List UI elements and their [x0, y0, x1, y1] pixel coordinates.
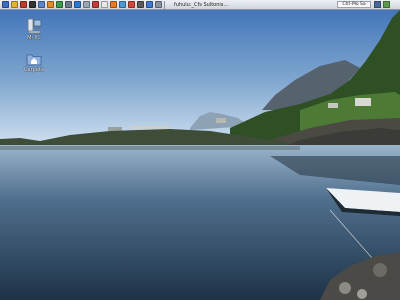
start-menu-icon[interactable] — [2, 1, 9, 8]
tray-clock[interactable]: Ctrl-Mo Sa — [337, 1, 371, 8]
media-icon[interactable] — [92, 1, 99, 8]
taskbar-window-button[interactable]: fuhulu:_Cfs Sultonis... — [174, 0, 228, 10]
desktop-wallpaper — [0, 0, 400, 300]
network-icon[interactable] — [74, 1, 81, 8]
top-panel: fuhulu:_Cfs Sultonis... Ctrl-Mo Sa — [0, 0, 400, 10]
doc-icon[interactable] — [83, 1, 90, 8]
mail-icon[interactable] — [101, 1, 108, 8]
globe-icon[interactable] — [146, 1, 153, 8]
desktop-icon-computer[interactable]: Mi PC — [20, 18, 48, 41]
calendar-icon[interactable] — [128, 1, 135, 8]
photo-icon[interactable] — [56, 1, 63, 8]
tool-icon[interactable] — [20, 1, 27, 8]
window-icon[interactable] — [155, 1, 162, 8]
terminal-icon[interactable] — [29, 1, 36, 8]
help-icon[interactable] — [137, 1, 144, 8]
desktop-icon-home[interactable]: Carpeta — [20, 52, 48, 73]
settings-icon[interactable] — [65, 1, 72, 8]
archive-icon[interactable] — [47, 1, 54, 8]
chat-icon[interactable] — [119, 1, 126, 8]
computer-icon — [27, 18, 42, 34]
folder-icon[interactable] — [11, 1, 18, 8]
desktop-icon-label: Mi PC — [27, 35, 41, 41]
editor-icon[interactable] — [38, 1, 45, 8]
battery-icon[interactable] — [383, 1, 390, 8]
volume-icon[interactable] — [374, 1, 381, 8]
desktop-icon-label: Carpeta — [24, 67, 44, 73]
browser-icon[interactable] — [110, 1, 117, 8]
panel-separator — [164, 1, 165, 9]
home-folder-icon — [26, 54, 42, 66]
